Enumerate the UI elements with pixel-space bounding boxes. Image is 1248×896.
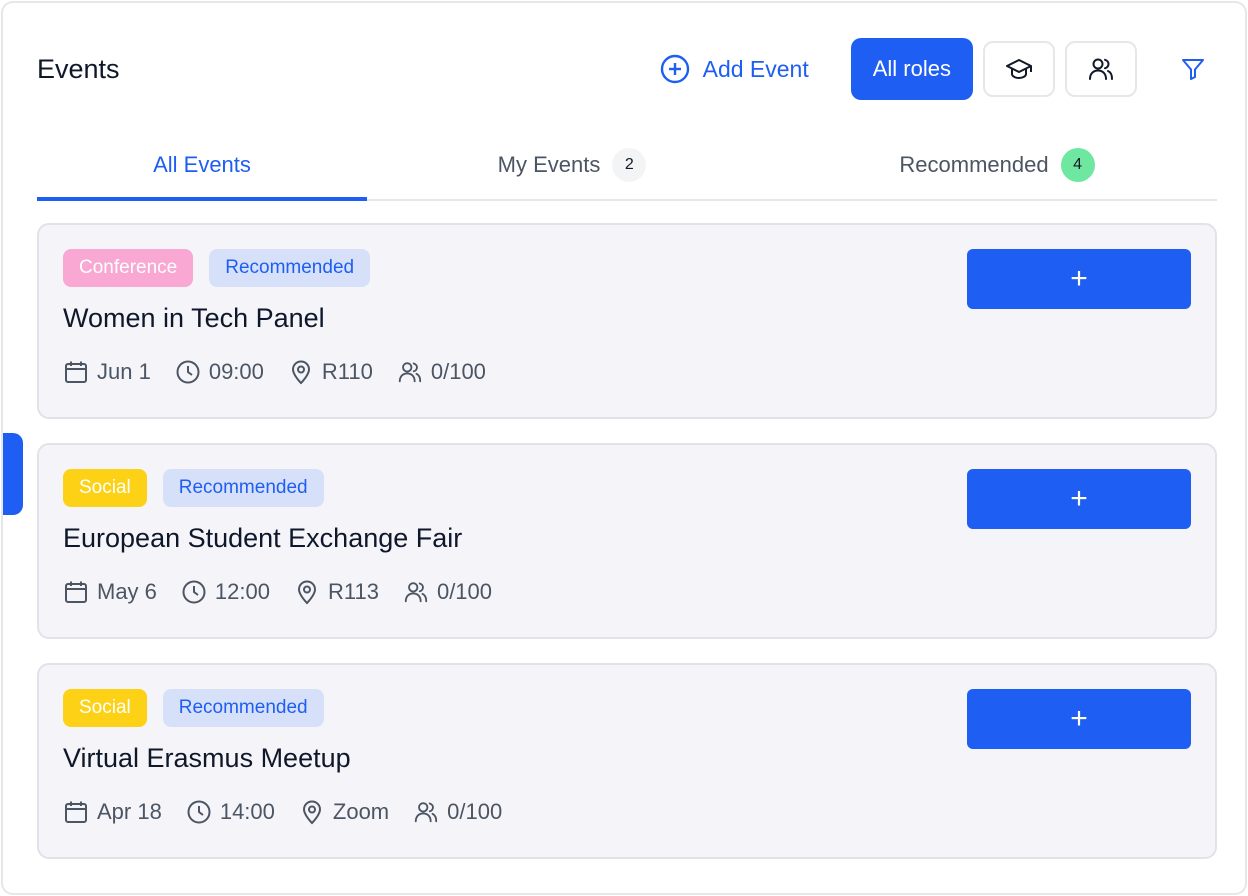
location-pin-icon — [302, 800, 321, 825]
recommended-tag: Recommended — [209, 249, 371, 287]
event-tags: Conference Recommended — [63, 249, 371, 287]
event-card[interactable]: Social Recommended European Student Exch… — [37, 443, 1217, 639]
calendar-icon — [65, 801, 87, 823]
add-event-label: Add Event — [702, 55, 809, 82]
event-capacity-value: 0/100 — [430, 359, 486, 384]
recommended-tag: Recommended — [162, 469, 324, 507]
event-time-value: 14:00 — [219, 799, 275, 824]
student-role-button[interactable] — [983, 41, 1055, 97]
event-capacity: 0/100 — [397, 359, 486, 385]
users-icon — [414, 802, 438, 823]
my-events-count-badge: 2 — [612, 148, 647, 182]
header-actions: Add Event All roles — [659, 38, 1217, 100]
event-date: May 6 — [63, 579, 157, 605]
users-icon — [404, 582, 428, 603]
event-meta: Jun 1 09:00 R110 0/100 — [63, 359, 486, 385]
event-location-value: R113 — [327, 579, 379, 604]
category-tag: Social — [63, 689, 147, 727]
event-location: Zoom — [299, 799, 389, 825]
event-date-value: Jun 1 — [97, 359, 151, 384]
event-time: 09:00 — [175, 359, 264, 385]
all-roles-button[interactable]: All roles — [850, 38, 973, 100]
tab-label: All Events — [153, 152, 251, 177]
tab-label: My Events — [497, 152, 601, 177]
filter-icon — [1182, 59, 1204, 80]
event-tabs: All Events My Events 2 Recommended 4 — [37, 131, 1217, 201]
event-capacity-value: 0/100 — [436, 579, 493, 604]
event-title: Virtual Erasmus Meetup — [63, 743, 351, 773]
category-tag: Conference — [63, 249, 194, 287]
event-time: 12:00 — [181, 579, 270, 605]
category-tag: Social — [63, 469, 147, 507]
event-location-value: R110 — [321, 359, 373, 384]
calendar-icon — [65, 581, 87, 603]
page-title: Events — [37, 53, 120, 84]
join-event-button[interactable]: + — [967, 249, 1191, 309]
clock-icon — [187, 800, 211, 824]
join-event-button[interactable]: + — [967, 469, 1191, 529]
people-role-button[interactable] — [1065, 41, 1137, 97]
events-panel: Events Add Event All roles All Events My… — [1, 1, 1247, 895]
event-location: R113 — [294, 579, 379, 605]
event-time: 14:00 — [186, 799, 275, 825]
location-pin-icon — [297, 580, 316, 605]
add-event-button[interactable]: Add Event — [659, 53, 841, 85]
recommended-count-badge: 4 — [1060, 148, 1095, 182]
recommended-tag: Recommended — [162, 689, 324, 727]
clock-icon — [176, 360, 200, 384]
event-tags: Social Recommended — [63, 689, 324, 727]
event-location: R110 — [288, 359, 373, 385]
event-title: European Student Exchange Fair — [63, 523, 463, 553]
graduation-cap-icon — [1006, 59, 1032, 79]
event-meta: Apr 18 14:00 Zoom 0/100 — [63, 799, 502, 825]
event-time-value: 12:00 — [214, 579, 270, 604]
calendar-icon — [65, 361, 87, 383]
event-date-value: May 6 — [97, 579, 157, 604]
tab-label: Recommended — [899, 152, 1049, 177]
filter-button[interactable] — [1169, 41, 1217, 97]
event-card[interactable]: Conference Recommended Women in Tech Pan… — [37, 223, 1217, 419]
event-time-value: 09:00 — [208, 359, 264, 384]
event-title: Women in Tech Panel — [63, 303, 325, 333]
tab-recommended[interactable]: Recommended 4 — [777, 131, 1217, 199]
users-icon — [1089, 58, 1113, 80]
event-capacity: 0/100 — [403, 579, 492, 605]
join-event-button[interactable]: + — [967, 689, 1191, 749]
tab-my-events[interactable]: My Events 2 — [367, 131, 777, 199]
event-capacity: 0/100 — [413, 799, 502, 825]
side-drawer-handle[interactable] — [3, 433, 23, 515]
tab-all-events[interactable]: All Events — [37, 131, 367, 201]
events-header: Events Add Event All roles — [37, 38, 1217, 100]
event-capacity-value: 0/100 — [447, 799, 503, 824]
event-date-value: Apr 18 — [97, 799, 162, 824]
event-date: Jun 1 — [63, 359, 151, 385]
event-tags: Social Recommended — [63, 469, 324, 507]
event-meta: May 6 12:00 R113 0/100 — [63, 579, 492, 605]
plus-circle-icon — [660, 54, 689, 84]
event-date: Apr 18 — [63, 799, 162, 825]
event-location-value: Zoom — [332, 799, 390, 824]
event-card[interactable]: Social Recommended Virtual Erasmus Meetu… — [37, 663, 1217, 859]
users-icon — [398, 362, 422, 383]
location-pin-icon — [291, 360, 310, 385]
clock-icon — [182, 580, 206, 604]
